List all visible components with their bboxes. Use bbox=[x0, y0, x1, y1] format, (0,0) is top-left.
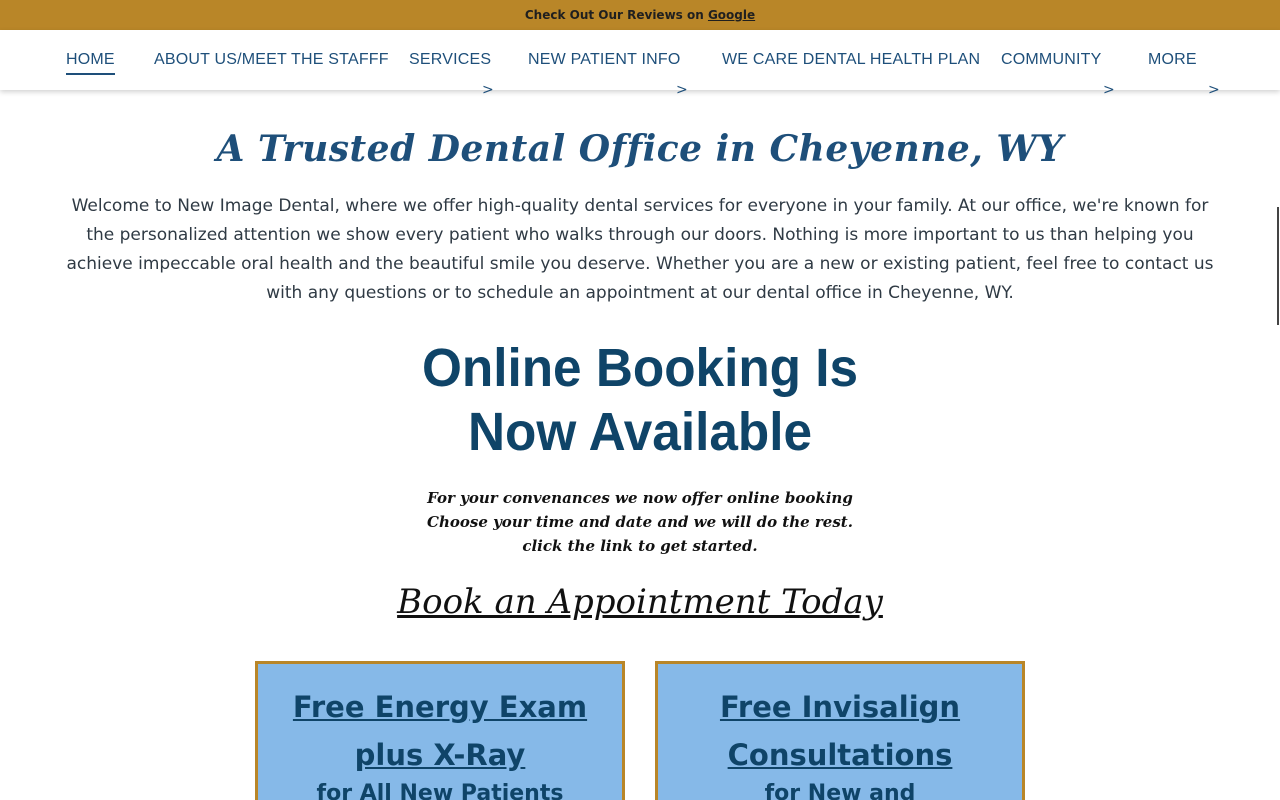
offer-card-subtitle: for All New Patients bbox=[316, 781, 564, 800]
booking-description-line-1: For your convenances we now offer online… bbox=[427, 489, 853, 507]
booking-description-line-3: click the link to get started. bbox=[522, 537, 758, 555]
nav-item-home[interactable]: HOME bbox=[66, 30, 115, 90]
booking-description-line-2: Choose your time and date and we will do… bbox=[427, 513, 853, 531]
offer-card-invisalign: Free Invisalign Consultations for New an… bbox=[655, 661, 1025, 800]
scrollbar-thumb[interactable] bbox=[1277, 207, 1279, 325]
offer-card-title[interactable]: Free Invisalign Consultations bbox=[658, 683, 1022, 779]
nav-item-services[interactable]: SERVICES bbox=[409, 30, 491, 90]
offer-title-line-1[interactable]: Free Invisalign bbox=[720, 690, 960, 724]
booking-title-line-1: Online Booking Is bbox=[421, 338, 859, 398]
nav-item-label: SERVICES bbox=[409, 51, 492, 68]
chevron-right-icon[interactable]: > bbox=[1103, 60, 1115, 120]
booking-title-line-2: Now Available bbox=[467, 402, 812, 462]
nav-item-label: ABOUT US/MEET THE STAFFF bbox=[154, 51, 389, 68]
main-navigation: HOME ABOUT US/MEET THE STAFFF SERVICES >… bbox=[0, 30, 1280, 98]
nav-item-label: WE CARE DENTAL HEALTH PLAN bbox=[722, 51, 981, 68]
nav-item-label: HOME bbox=[66, 50, 115, 75]
announcement-bar: Check Out Our Reviews on Google bbox=[0, 0, 1280, 30]
page-headline: A Trusted Dental Office in Cheyenne, WY bbox=[216, 128, 1064, 170]
offer-card-title[interactable]: Free Energy Exam plus X-Ray bbox=[258, 683, 622, 779]
offer-card-energy-exam: Free Energy Exam plus X-Ray for All New … bbox=[255, 661, 625, 800]
google-reviews-link[interactable]: Google bbox=[708, 8, 755, 22]
offer-title-line-2[interactable]: Consultations bbox=[728, 738, 953, 772]
book-appointment-link-label[interactable]: Book an Appointment Today bbox=[397, 582, 883, 622]
nav-item-label: NEW PATIENT INFO bbox=[528, 51, 681, 68]
nav-item-label: COMMUNITY bbox=[1001, 51, 1102, 68]
online-booking-title: Online Booking Is Now Available bbox=[32, 336, 1248, 464]
book-appointment-link[interactable]: Book an Appointment Today bbox=[0, 582, 1280, 622]
offer-title-line-2[interactable]: plus X-Ray bbox=[355, 738, 526, 772]
intro-paragraph: Welcome to New Image Dental, where we of… bbox=[66, 196, 1214, 303]
booking-description: For your convenances we now offer online… bbox=[0, 486, 1280, 558]
offer-card-subtitle: for New and bbox=[764, 781, 916, 800]
nav-item-more[interactable]: MORE bbox=[1148, 30, 1197, 90]
nav-item-about[interactable]: ABOUT US/MEET THE STAFFF bbox=[154, 30, 389, 90]
nav-item-dental-health-plan[interactable]: WE CARE DENTAL HEALTH PLAN bbox=[722, 30, 980, 90]
nav-item-label: MORE bbox=[1148, 51, 1197, 68]
nav-item-community[interactable]: COMMUNITY bbox=[1001, 30, 1101, 90]
nav-item-new-patient-info[interactable]: NEW PATIENT INFO bbox=[528, 30, 681, 90]
chevron-right-icon[interactable]: > bbox=[482, 60, 494, 120]
chevron-right-icon[interactable]: > bbox=[1208, 60, 1220, 120]
chevron-right-icon[interactable]: > bbox=[676, 60, 688, 120]
announcement-text: Check Out Our Reviews on bbox=[524, 8, 708, 22]
offer-title-line-1[interactable]: Free Energy Exam bbox=[293, 690, 587, 724]
